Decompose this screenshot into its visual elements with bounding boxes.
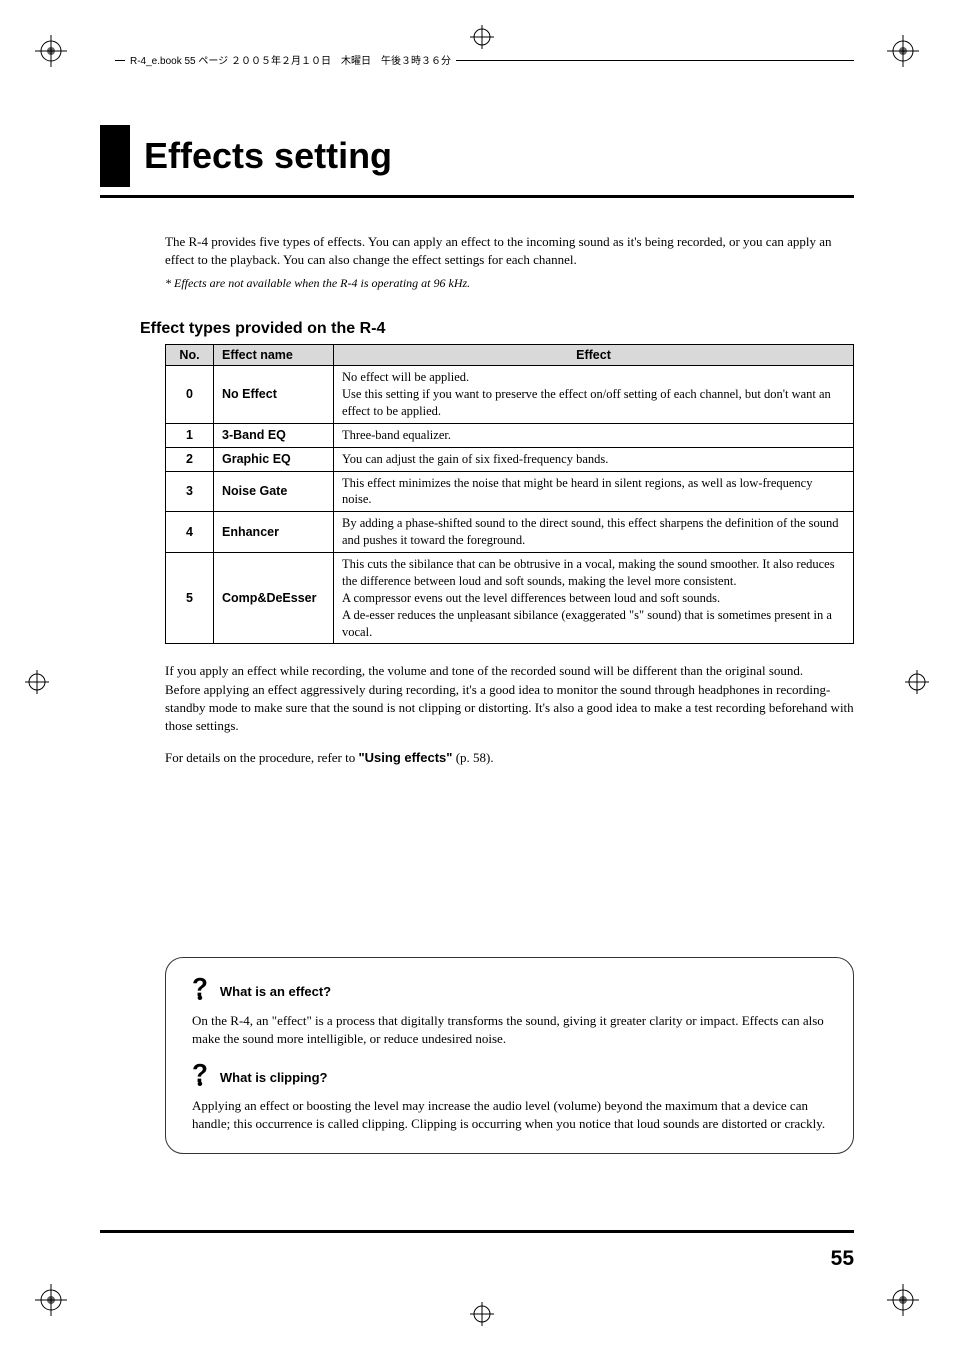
ref-pre: For details on the procedure, refer to [165, 750, 358, 765]
page-title-block: Effects setting [100, 125, 854, 198]
table-header-name: Effect name [214, 345, 334, 366]
footer-rule [100, 1230, 854, 1233]
cell-no: 3 [166, 471, 214, 512]
cell-name: Graphic EQ [214, 447, 334, 471]
cell-desc: No effect will be applied.Use this setti… [334, 366, 854, 424]
cell-name: Enhancer [214, 512, 334, 553]
table-row: 5Comp&DeEsserThis cuts the sibilance tha… [166, 553, 854, 644]
question-icon: ?• [192, 1066, 208, 1089]
table-header-no: No. [166, 345, 214, 366]
table-row: 3Noise GateThis effect minimizes the noi… [166, 471, 854, 512]
running-header: R-4_e.book 55 ページ ２００５年２月１０日 木曜日 午後３時３６分 [125, 52, 456, 67]
crop-mark-bottom-left [35, 1284, 67, 1316]
ref-post: (p. 58). [452, 750, 493, 765]
question-icon: ?• [192, 980, 208, 1003]
page-number: 55 [831, 1247, 854, 1271]
crop-mark-mid-top [470, 25, 494, 49]
info-q2-text: Applying an effect or boosting the level… [192, 1097, 827, 1133]
cell-no: 2 [166, 447, 214, 471]
cell-desc: Three-band equalizer. [334, 423, 854, 447]
cell-desc: This cuts the sibilance that can be obtr… [334, 553, 854, 644]
page-title: Effects setting [144, 135, 392, 177]
crop-mark-mid-left [25, 670, 49, 694]
cell-no: 5 [166, 553, 214, 644]
effects-table: No. Effect name Effect 0No EffectNo effe… [165, 344, 854, 644]
cell-desc: By adding a phase-shifted sound to the d… [334, 512, 854, 553]
table-row: 13-Band EQThree-band equalizer. [166, 423, 854, 447]
table-row: 2Graphic EQYou can adjust the gain of si… [166, 447, 854, 471]
intro-footnote: * Effects are not available when the R-4… [165, 275, 854, 292]
table-row: 0No EffectNo effect will be applied.Use … [166, 366, 854, 424]
table-header-effect: Effect [334, 345, 854, 366]
info-q2-title: What is clipping? [220, 1070, 328, 1085]
cell-no: 0 [166, 366, 214, 424]
post-table-p1: If you apply an effect while recording, … [165, 662, 854, 735]
info-q1-text: On the R-4, an "effect" is a process tha… [192, 1012, 827, 1048]
title-bar-icon [100, 125, 130, 187]
post-table-p2-text: Before applying an effect aggressively d… [165, 682, 854, 733]
crop-mark-top-left [35, 35, 67, 67]
post-table-ref: For details on the procedure, refer to "… [165, 749, 854, 767]
info-q1-title: What is an effect? [220, 984, 331, 999]
crop-mark-mid-right [905, 670, 929, 694]
info-box: ?• What is an effect? On the R-4, an "ef… [165, 957, 854, 1154]
cell-no: 1 [166, 423, 214, 447]
cell-name: Comp&DeEsser [214, 553, 334, 644]
ref-link: "Using effects" [358, 750, 452, 765]
title-underline [100, 195, 854, 198]
intro-paragraph: The R-4 provides five types of effects. … [165, 233, 854, 269]
cell-no: 4 [166, 512, 214, 553]
cell-name: No Effect [214, 366, 334, 424]
cell-desc: This effect minimizes the noise that mig… [334, 471, 854, 512]
cell-name: Noise Gate [214, 471, 334, 512]
section-heading: Effect types provided on the R-4 [140, 320, 854, 338]
cell-name: 3-Band EQ [214, 423, 334, 447]
crop-mark-mid-bottom [470, 1302, 494, 1326]
cell-desc: You can adjust the gain of six fixed-fre… [334, 447, 854, 471]
crop-mark-bottom-right [887, 1284, 919, 1316]
crop-mark-top-right [887, 35, 919, 67]
table-row: 4EnhancerBy adding a phase-shifted sound… [166, 512, 854, 553]
post-table-p1-text: If you apply an effect while recording, … [165, 663, 803, 678]
